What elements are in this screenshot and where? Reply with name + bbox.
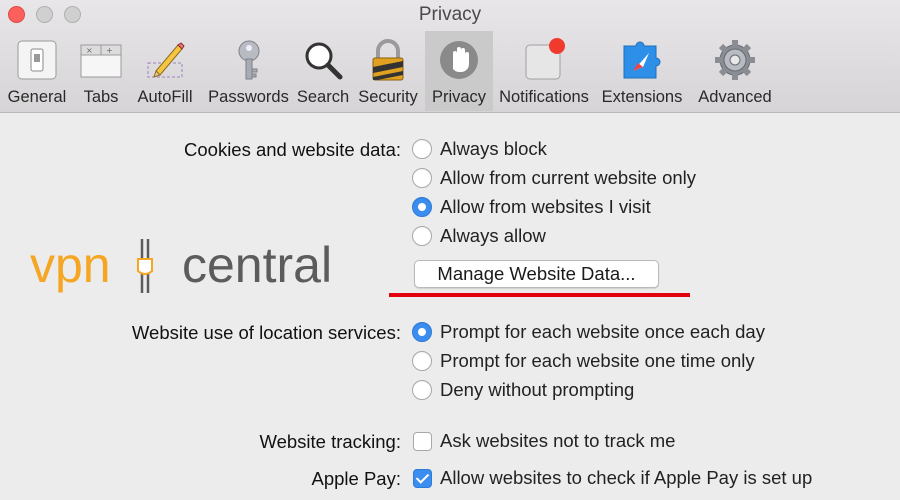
svg-text:×: × — [86, 46, 93, 55]
padlock-icon — [372, 39, 404, 81]
title-bar: Privacy General × + Tabs AutoFill Passwo… — [0, 0, 900, 113]
hand-icon — [440, 41, 478, 79]
svg-text:+: + — [106, 46, 113, 55]
toolbar-item-general[interactable]: General — [0, 31, 74, 111]
radio-button[interactable] — [412, 351, 432, 371]
ask-not-to-track-option[interactable]: Ask websites not to track me — [413, 430, 675, 452]
radio-button[interactable] — [412, 380, 432, 400]
tabs-icon: × + — [80, 44, 122, 78]
apple-pay-label: Apple Pay: — [311, 468, 401, 489]
toolbar-item-notifications[interactable]: Notifications — [493, 31, 595, 111]
location-prompt-once-each-day[interactable]: Prompt for each website once each day — [412, 321, 765, 343]
toolbar-item-advanced[interactable]: Advanced — [689, 31, 781, 111]
logo-divider-icon — [137, 239, 153, 293]
key-icon — [238, 40, 259, 80]
puzzle-compass-icon — [623, 41, 661, 79]
toolbar-item-tabs[interactable]: × + Tabs — [74, 31, 128, 111]
gear-icon — [715, 40, 755, 80]
checkbox[interactable] — [413, 431, 432, 451]
notification-badge-icon — [525, 38, 565, 80]
vpncentral-logo: vpn central — [30, 237, 333, 293]
magnifier-icon — [305, 42, 343, 80]
toolbar-item-passwords[interactable]: Passwords — [202, 31, 295, 111]
radio-button-selected[interactable] — [412, 197, 432, 217]
highlight-underline — [389, 293, 690, 297]
toolbar-item-search[interactable]: Search — [295, 31, 351, 111]
window-title: Privacy — [418, 4, 482, 25]
radio-button-selected[interactable] — [412, 322, 432, 342]
radio-button[interactable] — [412, 226, 432, 246]
cookies-always-allow[interactable]: Always allow — [412, 225, 546, 247]
checkbox-checked[interactable] — [413, 468, 432, 488]
location-prompt-one-time-only[interactable]: Prompt for each website one time only — [412, 350, 755, 372]
toolbar-item-autofill[interactable]: AutoFill — [128, 31, 202, 111]
privacy-pane: vpn central Cookies and website data: Al… — [0, 113, 900, 500]
toolbar-item-privacy[interactable]: Privacy — [425, 31, 493, 111]
radio-button[interactable] — [412, 139, 432, 159]
radio-button[interactable] — [412, 168, 432, 188]
toolbar-item-extensions[interactable]: Extensions — [595, 31, 689, 111]
website-tracking-label: Website tracking: — [259, 431, 401, 452]
cookies-allow-current-website[interactable]: Allow from current website only — [412, 167, 696, 189]
toolbar-item-security[interactable]: Security — [351, 31, 425, 111]
cookies-always-block[interactable]: Always block — [412, 138, 547, 160]
general-switch-icon — [17, 40, 57, 80]
pencil-icon — [147, 42, 185, 78]
location-services-label: Website use of location services: — [131, 322, 401, 343]
location-deny-without-prompting[interactable]: Deny without prompting — [412, 379, 634, 401]
preferences-toolbar: General × + Tabs AutoFill Passwords Sear… — [0, 31, 781, 111]
cookies-label: Cookies and website data: — [184, 139, 401, 160]
apple-pay-check-option[interactable]: Allow websites to check if Apple Pay is … — [413, 467, 812, 489]
manage-website-data-button[interactable]: Manage Website Data... — [414, 260, 659, 288]
cookies-allow-websites-visited[interactable]: Allow from websites I visit — [412, 196, 651, 218]
